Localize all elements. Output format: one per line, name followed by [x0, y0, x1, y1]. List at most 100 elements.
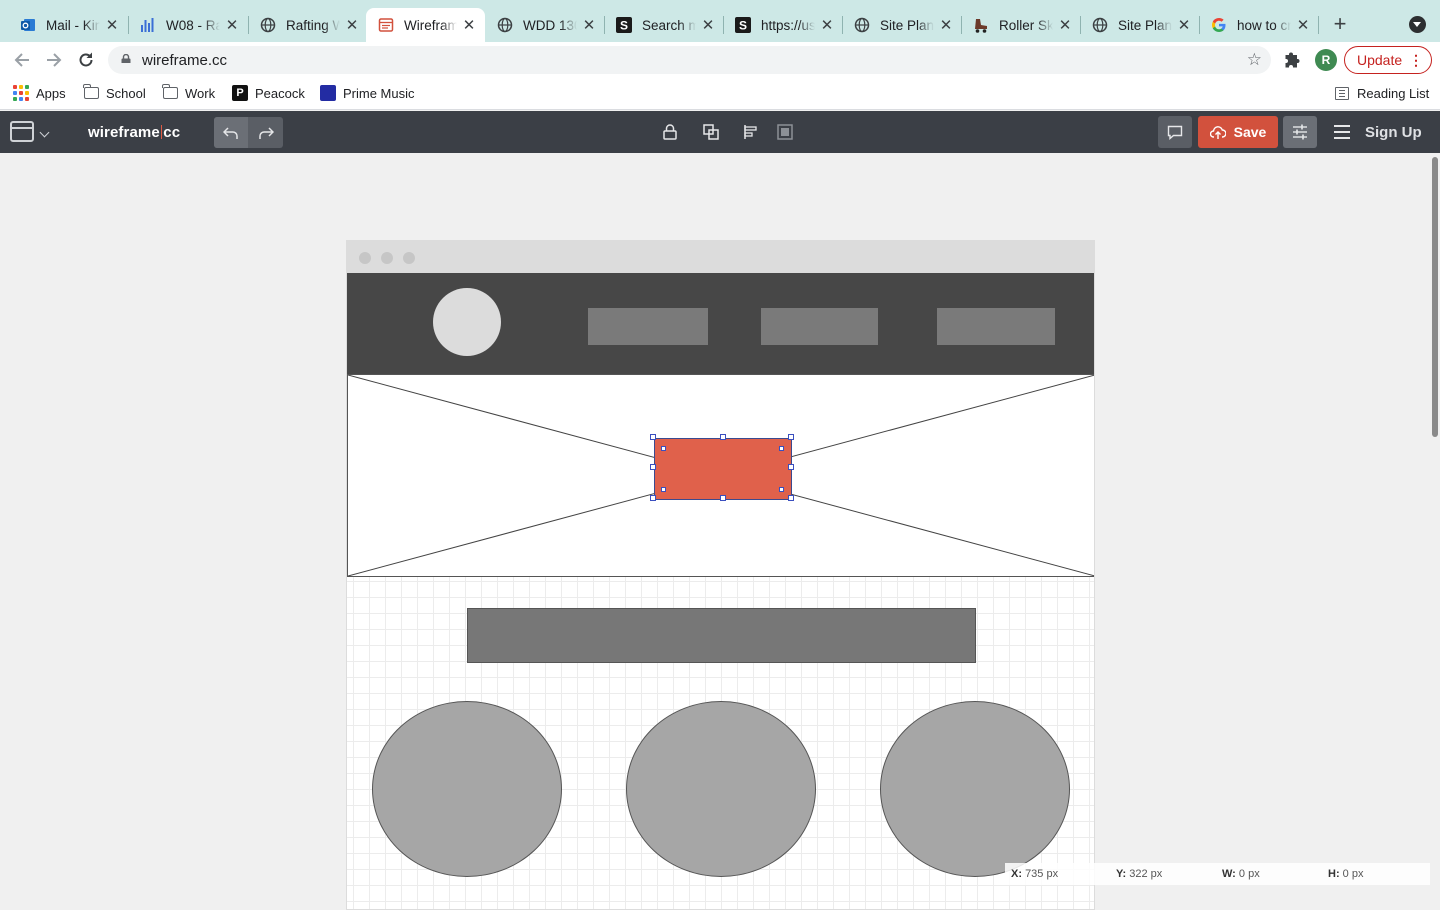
- corner-handle[interactable]: [779, 446, 784, 451]
- save-button[interactable]: Save: [1198, 116, 1278, 148]
- window-menu-icon[interactable]: [10, 121, 34, 142]
- text-block-shape[interactable]: [467, 608, 976, 663]
- sign-up-link[interactable]: Sign Up: [1365, 124, 1422, 141]
- close-tab-icon[interactable]: ✕: [700, 17, 716, 34]
- bookmark-star-icon[interactable]: ☆: [1247, 50, 1262, 70]
- close-tab-icon[interactable]: ✕: [104, 17, 120, 34]
- close-tab-icon[interactable]: ✕: [581, 17, 597, 34]
- extensions-puzzle-icon[interactable]: [1284, 51, 1302, 69]
- folder-icon: [83, 84, 99, 101]
- browser-tab[interactable]: Rafting W ✕: [248, 8, 368, 42]
- app-logo[interactable]: wireframe cc: [88, 124, 180, 141]
- resize-handle[interactable]: [788, 434, 794, 440]
- resize-handle[interactable]: [650, 495, 656, 501]
- browser-tab[interactable]: Site Plan ✕: [1080, 8, 1200, 42]
- chart-bars-icon: [140, 17, 156, 33]
- reload-icon[interactable]: [74, 48, 98, 72]
- resize-handle[interactable]: [720, 495, 726, 501]
- back-arrow-icon[interactable]: [10, 48, 34, 72]
- arrange-icon[interactable]: [777, 124, 793, 140]
- close-tab-icon[interactable]: ✕: [344, 17, 360, 34]
- reading-list-button[interactable]: Reading List: [1334, 85, 1429, 101]
- width-value: W: 0 px: [1222, 868, 1260, 880]
- lock-icon: [121, 54, 131, 63]
- resize-handle[interactable]: [788, 464, 794, 470]
- bookmark-peacock[interactable]: P Peacock: [232, 85, 305, 101]
- header-shape[interactable]: [347, 273, 1094, 374]
- drawing-canvas[interactable]: [0, 153, 1440, 910]
- wireframe-icon: [378, 17, 394, 33]
- duplicate-icon[interactable]: [703, 124, 719, 140]
- profile-avatar[interactable]: R: [1315, 49, 1337, 71]
- browser-tab-strip: Mail - Kin ✕ W08 - Ra ✕ Rafting W ✕ Wire…: [0, 0, 1440, 42]
- bookmark-apps[interactable]: Apps: [13, 85, 66, 101]
- window-dot: [403, 252, 415, 264]
- browser-wireframe-frame[interactable]: [346, 240, 1095, 910]
- sliders-icon: [1293, 124, 1307, 140]
- browser-tab-active[interactable]: Wirefram ✕: [366, 8, 485, 42]
- chevron-down-icon[interactable]: [39, 127, 50, 138]
- feature-circle-shape[interactable]: [626, 701, 816, 877]
- window-dot: [359, 252, 371, 264]
- bookmark-work[interactable]: Work: [162, 84, 215, 101]
- browser-tab[interactable]: how to cr ✕: [1199, 8, 1319, 42]
- comment-icon: [1167, 125, 1183, 140]
- close-tab-icon[interactable]: ✕: [819, 17, 835, 34]
- feature-circle-shape[interactable]: [372, 701, 562, 877]
- bookmarks-bar: Apps School Work P Peacock Prime Music R…: [0, 78, 1440, 110]
- settings-button[interactable]: [1283, 116, 1317, 148]
- corner-handle[interactable]: [661, 487, 666, 492]
- browser-tab[interactable]: W08 - Ra ✕: [128, 8, 248, 42]
- resize-handle[interactable]: [788, 495, 794, 501]
- bookmark-prime-music[interactable]: Prime Music: [320, 85, 415, 101]
- url-text[interactable]: wireframe.cc: [142, 52, 227, 69]
- close-tab-icon[interactable]: ✕: [1057, 17, 1073, 34]
- close-tab-icon[interactable]: ✕: [1176, 17, 1192, 34]
- forward-arrow-icon[interactable]: [42, 48, 66, 72]
- bookmark-school[interactable]: School: [83, 84, 146, 101]
- resize-handle[interactable]: [720, 434, 726, 440]
- nav-block-shape[interactable]: [937, 308, 1055, 345]
- browser-tab[interactable]: Site Plan ✕: [842, 8, 962, 42]
- browser-tab[interactable]: Mail - Kin ✕: [8, 8, 128, 42]
- close-tab-icon[interactable]: ✕: [938, 17, 954, 34]
- close-tab-icon[interactable]: ✕: [461, 17, 477, 34]
- y-coordinate: Y: 322 px: [1116, 868, 1163, 880]
- nav-block-shape[interactable]: [761, 308, 878, 345]
- new-tab-plus-icon[interactable]: +: [1328, 13, 1352, 37]
- selected-button-shape[interactable]: [650, 434, 794, 501]
- browser-tab[interactable]: WDD 130 ✕: [485, 8, 605, 42]
- frame-titlebar: [347, 241, 1094, 273]
- feature-circle-shape[interactable]: [880, 701, 1070, 877]
- browser-tab[interactable]: S https://us ✕: [723, 8, 843, 42]
- align-icon[interactable]: [743, 124, 759, 140]
- resize-handle[interactable]: [650, 464, 656, 470]
- lock-icon[interactable]: [662, 124, 678, 140]
- address-bar[interactable]: wireframe.cc ☆: [108, 46, 1271, 74]
- logo-circle-shape[interactable]: [433, 288, 501, 356]
- redo-icon[interactable]: [249, 117, 283, 148]
- tab-separator: [1318, 16, 1319, 34]
- corner-handle[interactable]: [779, 487, 784, 492]
- close-tab-icon[interactable]: ✕: [224, 17, 240, 34]
- close-tab-icon[interactable]: ✕: [1295, 17, 1311, 34]
- roller-skate-icon: [973, 17, 989, 33]
- scrollbar-thumb[interactable]: [1432, 157, 1438, 437]
- tab-search-icon[interactable]: [1409, 16, 1426, 33]
- hamburger-menu-icon[interactable]: [1334, 125, 1350, 139]
- coordinates-status-bar: X: 735 px Y: 322 px W: 0 px H: 0 px: [1005, 863, 1430, 885]
- more-vert-icon: ⋮: [1409, 52, 1423, 68]
- corner-handle[interactable]: [661, 446, 666, 451]
- svg-text:S: S: [620, 19, 628, 33]
- hero-image-placeholder[interactable]: [347, 374, 1094, 577]
- browser-tab[interactable]: Roller Ska ✕: [961, 8, 1081, 42]
- update-button[interactable]: Update ⋮: [1344, 46, 1432, 74]
- resize-handle[interactable]: [650, 434, 656, 440]
- browser-tab[interactable]: S Search m ✕: [604, 8, 724, 42]
- reading-list-icon: [1334, 85, 1350, 101]
- nav-block-shape[interactable]: [588, 308, 708, 345]
- comment-button[interactable]: [1158, 116, 1192, 148]
- undo-icon[interactable]: [214, 117, 248, 148]
- globe-icon: [854, 17, 870, 33]
- prime-music-icon: [320, 85, 336, 101]
